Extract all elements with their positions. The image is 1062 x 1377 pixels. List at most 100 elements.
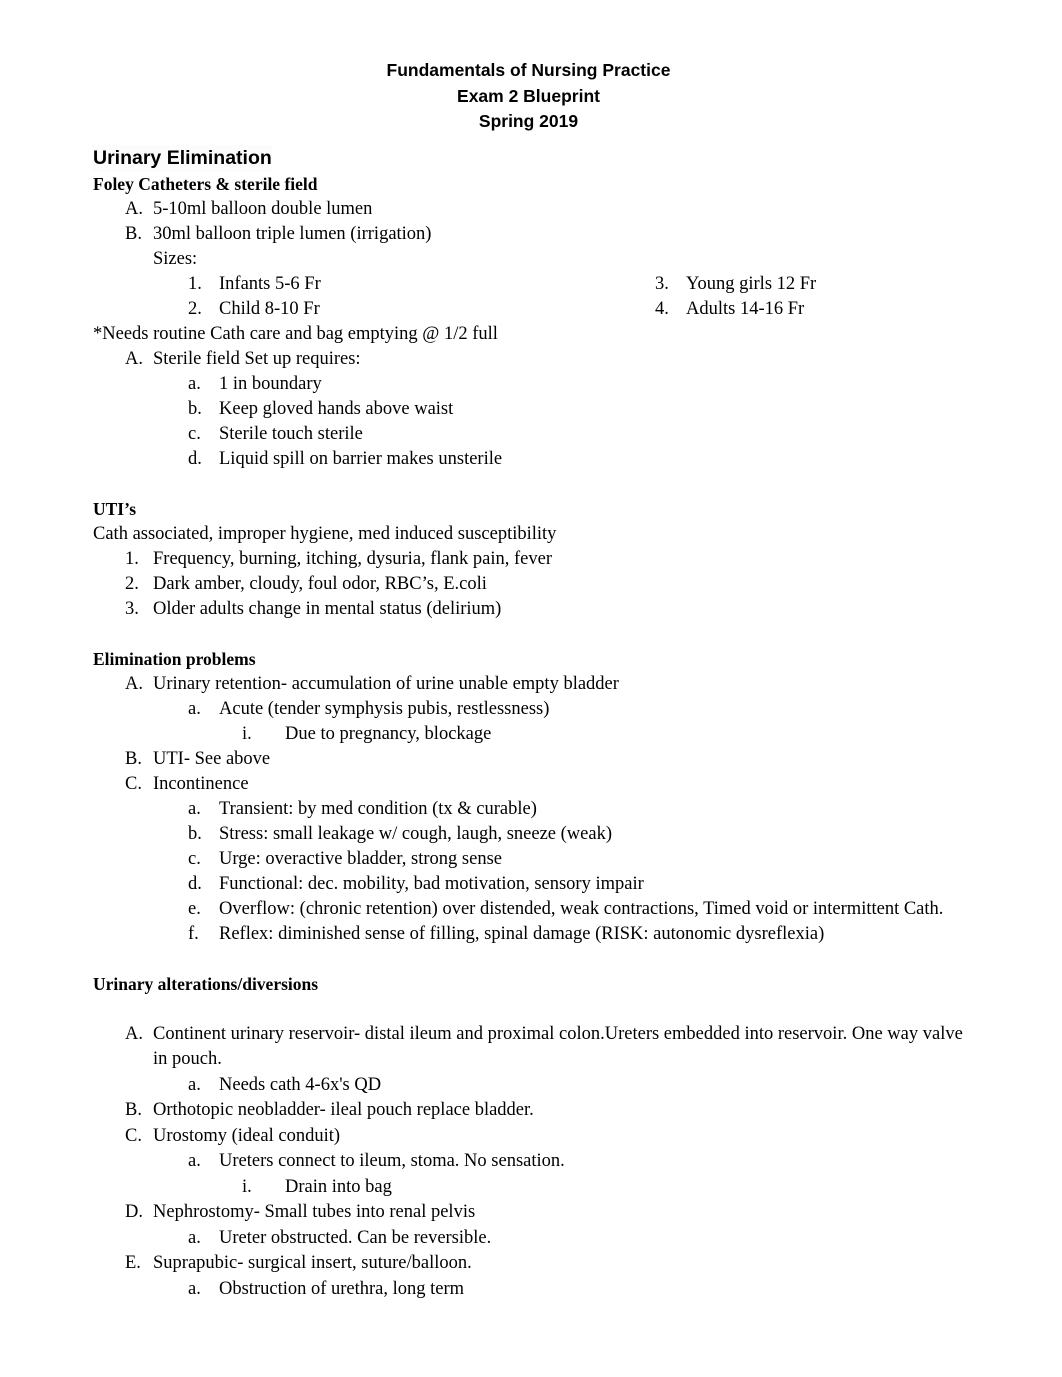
list-text: Suprapubic- surgical insert, suture/ball…	[153, 1253, 472, 1273]
list-item: a. Ureter obstructed. Can be reversible.	[93, 1226, 970, 1252]
list-text: Adults 14-16 Fr	[686, 298, 805, 319]
list-text: Obstruction of urethra, long term	[219, 1278, 465, 1299]
list-text: Incontinence	[153, 773, 249, 794]
uti-intro: Cath associated, improper hygiene, med i…	[93, 523, 557, 544]
list-marker: 2.	[125, 573, 139, 594]
list-text: Reflex: diminished sense of filling, spi…	[219, 923, 825, 944]
list-marker: B.	[125, 223, 142, 244]
list-marker: a.	[188, 798, 201, 819]
list-item: a. 1 in boundary	[93, 372, 970, 397]
list-item: a. Acute (tender symphysis pubis, restle…	[93, 697, 970, 722]
list-item: b. Keep gloved hands above waist	[93, 397, 970, 422]
list-text: Sterile field Set up requires:	[153, 348, 361, 369]
list-marker: c.	[188, 848, 201, 869]
list-item: d. Functional: dec. mobility, bad motiva…	[93, 872, 970, 897]
list-marker: 2.	[188, 298, 202, 319]
list-marker: A.	[125, 198, 143, 219]
list-item: a. Needs cath 4-6x's QD	[93, 1073, 970, 1099]
list-text: Stress: small leakage w/ cough, laugh, s…	[219, 823, 612, 844]
list-text: Acute (tender symphysis pubis, restlessn…	[219, 698, 550, 719]
list-marker: f.	[188, 923, 199, 944]
list-text: Urinary retention- accumulation of urine…	[153, 673, 619, 694]
section-heading-elimination-problems: Elimination problems	[93, 648, 256, 669]
list-marker: a.	[188, 373, 201, 394]
section-heading-foley: Foley Catheters & sterile field	[93, 173, 318, 194]
list-text: Orthotopic neobladder- ileal pouch repla…	[153, 1100, 534, 1120]
list-marker: a.	[188, 1227, 201, 1248]
list-item: A. Continent urinary reservoir- distal i…	[93, 1022, 970, 1073]
list-marker: D.	[125, 1202, 143, 1222]
list-marker: a.	[188, 1074, 201, 1095]
list-marker: d.	[188, 873, 202, 894]
list-item: c. Urge: overactive bladder, strong sens…	[93, 847, 970, 872]
list-item: b. Stress: small leakage w/ cough, laugh…	[93, 822, 970, 847]
list-text: Due to pregnancy, blockage	[285, 723, 492, 744]
document-page: Fundamentals of Nursing Practice Exam 2 …	[0, 0, 1062, 1377]
list-item: 3. Older adults change in mental status …	[93, 597, 970, 622]
list-item: 4. Adults 14-16 Fr	[655, 297, 1035, 322]
list-text: Ureter obstructed. Can be reversible.	[219, 1227, 492, 1248]
list-text: Older adults change in mental status (de…	[153, 598, 502, 619]
list-marker: 4.	[655, 298, 669, 319]
list-text: Overflow: (chronic retention) over diste…	[219, 898, 944, 919]
list-item: B. 30ml balloon triple lumen (irrigation…	[93, 222, 970, 247]
list-item: e. Overflow: (chronic retention) over di…	[93, 897, 970, 922]
list-marker: d.	[188, 448, 202, 469]
list-text: Keep gloved hands above waist	[219, 398, 454, 419]
list-item: d. Liquid spill on barrier makes unsteri…	[93, 447, 970, 472]
header-line-exam: Exam 2 Blueprint	[457, 85, 600, 106]
list-item: i. Drain into bag	[93, 1175, 970, 1201]
list-marker: C.	[125, 1125, 142, 1146]
sizes-label: Sizes:	[153, 248, 198, 269]
list-marker: B.	[125, 1100, 142, 1120]
section-heading-urinary-alterations: Urinary alterations/diversions	[93, 973, 319, 994]
list-text: Liquid spill on barrier makes unsterile	[219, 448, 503, 469]
alterations-list: A. Continent urinary reservoir- distal i…	[93, 1022, 970, 1303]
list-item: a. Transient: by med condition (tx & cur…	[93, 797, 970, 822]
list-marker: i.	[242, 1176, 252, 1197]
list-marker: i.	[242, 723, 252, 744]
catheter-sizes-right-column: 3. Young girls 12 Fr 4. Adults 14-16 Fr	[655, 272, 1035, 322]
list-text: 1 in boundary	[219, 373, 322, 394]
cath-care-note: *Needs routine Cath care and bag emptyin…	[93, 323, 498, 344]
list-text: Transient: by med condition (tx & curabl…	[219, 798, 537, 819]
list-text: Functional: dec. mobility, bad motivatio…	[219, 873, 644, 894]
list-item: B. UTI- See above	[93, 747, 970, 772]
list-text: Urge: overactive bladder, strong sense	[219, 848, 503, 869]
list-item: a. Ureters connect to ileum, stoma. No s…	[93, 1149, 970, 1175]
list-text: Frequency, burning, itching, dysuria, fl…	[153, 548, 553, 569]
list-marker: A.	[125, 673, 143, 694]
header-line-term: Spring 2019	[478, 111, 579, 131]
list-text: Ureters connect to ileum, stoma. No sens…	[219, 1151, 565, 1171]
list-marker: e.	[188, 898, 201, 919]
list-item: f. Reflex: diminished sense of filling, …	[93, 922, 970, 947]
list-item: 3. Young girls 12 Fr	[655, 272, 1035, 297]
list-marker: 3.	[655, 273, 669, 294]
list-marker: a.	[188, 1151, 201, 1171]
list-item: A. 5-10ml balloon double lumen	[93, 197, 970, 222]
list-text: Urostomy (ideal conduit)	[153, 1125, 341, 1146]
list-item: C. Incontinence	[93, 772, 970, 797]
page-title: Urinary Elimination	[93, 144, 272, 172]
list-text: Continent urinary reservoir- distal ileu…	[153, 1023, 963, 1070]
list-text: UTI- See above	[153, 748, 271, 769]
list-text: 30ml balloon triple lumen (irrigation)	[153, 223, 432, 244]
list-item: 1. Frequency, burning, itching, dysuria,…	[93, 547, 970, 572]
list-text: 5-10ml balloon double lumen	[153, 198, 373, 219]
list-item: A. Urinary retention- accumulation of ur…	[93, 672, 970, 697]
list-item: c. Sterile touch sterile	[93, 422, 970, 447]
list-text: Dark amber, cloudy, foul odor, RBC’s, E.…	[153, 573, 487, 594]
list-marker: 3.	[125, 598, 139, 619]
list-text: Nephrostomy- Small tubes into renal pelv…	[153, 1202, 476, 1222]
list-marker: C.	[125, 773, 142, 794]
list-item: A. Sterile field Set up requires:	[93, 347, 970, 372]
list-marker: 1.	[125, 548, 139, 569]
list-marker: 1.	[188, 273, 202, 294]
list-item: a. Obstruction of urethra, long term	[93, 1277, 970, 1303]
list-marker: b.	[188, 823, 202, 844]
list-item: D. Nephrostomy- Small tubes into renal p…	[93, 1200, 970, 1226]
list-marker: a.	[188, 698, 201, 719]
list-marker: b.	[188, 398, 202, 419]
